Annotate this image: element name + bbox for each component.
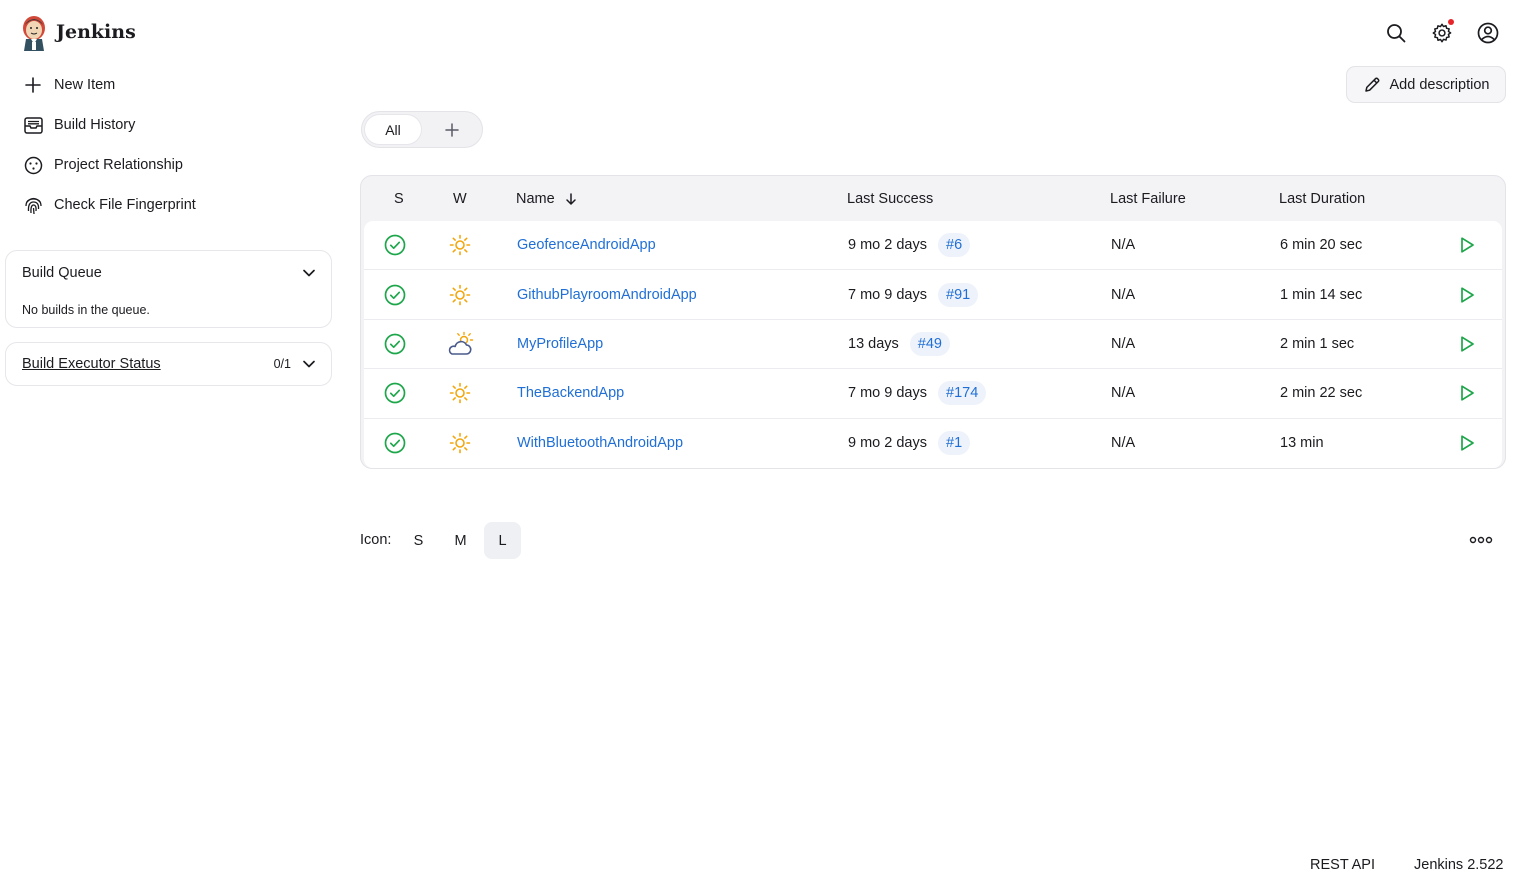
build-number-link[interactable]: #6	[938, 233, 971, 258]
last-success-time: 9 mo 2 days	[848, 237, 927, 254]
plus-icon	[23, 75, 43, 95]
last-success-time: 9 mo 2 days	[848, 435, 927, 452]
add-view-icon[interactable]	[442, 120, 462, 140]
rest-api-link[interactable]: REST API	[1310, 857, 1375, 873]
user-icon[interactable]	[1475, 20, 1501, 46]
build-executor-panel: Build Executor Status 0/1	[5, 342, 332, 386]
sidebar-item-build-history[interactable]: Build History	[23, 110, 135, 140]
build-executor-title[interactable]: Build Executor Status	[22, 356, 161, 372]
column-header-weather[interactable]: W	[453, 191, 467, 207]
inbox-icon	[23, 115, 43, 135]
column-header-name[interactable]: Name	[516, 191, 578, 207]
sunny-weather-icon	[448, 369, 472, 417]
pencil-icon	[1363, 76, 1381, 94]
play-build-icon[interactable]	[1457, 419, 1477, 468]
table-row: MyProfileApp 13 days #49 N/A 2 min 1 sec	[364, 320, 1502, 370]
build-queue-empty-text: No builds in the queue.	[22, 303, 150, 317]
chevron-down-icon[interactable]	[300, 264, 318, 282]
job-name-link[interactable]: GeofenceAndroidApp	[517, 237, 656, 253]
last-duration-value: 2 min 1 sec	[1280, 335, 1355, 352]
sunny-weather-icon	[448, 221, 472, 269]
jenkins-logo[interactable]: Jenkins	[19, 13, 136, 51]
success-status-icon	[384, 320, 406, 368]
last-failure-value: N/A	[1111, 286, 1136, 303]
last-duration-value: 6 min 20 sec	[1280, 237, 1363, 254]
success-status-icon	[384, 270, 406, 318]
build-number-link[interactable]: #1	[938, 431, 971, 456]
sort-arrow-down-icon	[565, 193, 576, 205]
last-failure-value: N/A	[1111, 385, 1136, 402]
job-name-link[interactable]: TheBackendApp	[517, 385, 624, 401]
icon-size-medium-button[interactable]: M	[442, 522, 479, 559]
view-tabs: All	[361, 111, 483, 148]
sidebar-item-new-item[interactable]: New Item	[23, 70, 115, 100]
build-queue-title[interactable]: Build Queue	[22, 265, 102, 281]
tab-all[interactable]: All	[365, 115, 421, 144]
last-success-time: 7 mo 9 days	[848, 286, 927, 303]
play-build-icon[interactable]	[1457, 221, 1477, 269]
brand-name: Jenkins	[56, 21, 136, 43]
build-queue-panel: Build Queue No builds in the queue.	[5, 250, 332, 328]
play-build-icon[interactable]	[1457, 320, 1477, 368]
gear-icon[interactable]	[1429, 19, 1455, 46]
last-duration-value: 2 min 22 sec	[1280, 385, 1363, 402]
success-status-icon	[384, 419, 406, 468]
table-row: TheBackendApp 7 mo 9 days #174 N/A 2 min …	[364, 369, 1502, 419]
column-header-status[interactable]: S	[394, 191, 404, 207]
last-success-time: 13 days	[848, 335, 899, 352]
success-status-icon	[384, 221, 406, 269]
icon-size-small-button[interactable]: S	[400, 522, 437, 559]
sidebar-item-label: Build History	[54, 117, 136, 133]
jenkins-version-link[interactable]: Jenkins 2.522	[1414, 857, 1503, 873]
last-failure-value: N/A	[1111, 335, 1136, 352]
last-success-time: 7 mo 9 days	[848, 385, 927, 402]
sidebar-item-label: New Item	[54, 77, 116, 93]
last-failure-value: N/A	[1111, 237, 1136, 254]
add-description-label: Add description	[1389, 76, 1490, 93]
icon-size-large-button[interactable]: L	[484, 522, 521, 559]
table-row: WithBluetoothAndroidApp 9 mo 2 days #1 N/…	[364, 419, 1502, 468]
column-header-last-failure[interactable]: Last Failure	[1110, 191, 1186, 207]
column-header-name-label: Name	[516, 191, 555, 207]
table-row: GeofenceAndroidApp 9 mo 2 days #6 N/A 6 m…	[364, 221, 1502, 271]
success-status-icon	[384, 369, 406, 417]
icon-size-label: Icon:	[360, 532, 392, 548]
more-options-icon[interactable]	[1468, 532, 1494, 548]
sidebar-item-project-relationship[interactable]: Project Relationship	[23, 150, 183, 180]
build-number-link[interactable]: #91	[938, 282, 979, 307]
last-duration-value: 1 min 14 sec	[1280, 286, 1363, 303]
job-name-link[interactable]: MyProfileApp	[517, 336, 603, 352]
sidebar-item-label: Project Relationship	[54, 157, 183, 173]
play-build-icon[interactable]	[1457, 270, 1477, 318]
notification-dot	[1448, 19, 1454, 25]
search-icon[interactable]	[1383, 20, 1409, 46]
add-description-button[interactable]: Add description	[1346, 66, 1506, 103]
executor-count: 0/1	[273, 357, 291, 371]
job-name-link[interactable]: WithBluetoothAndroidApp	[517, 435, 683, 451]
column-header-last-success[interactable]: Last Success	[847, 191, 933, 207]
partly-cloudy-weather-icon	[446, 320, 474, 368]
build-number-link[interactable]: #174	[938, 381, 987, 406]
table-row: GithubPlayroomAndroidApp 7 mo 9 days #91 …	[364, 270, 1502, 320]
sidebar-item-check-file-fingerprint[interactable]: Check File Fingerprint	[23, 190, 196, 220]
last-failure-value: N/A	[1111, 435, 1136, 452]
sunny-weather-icon	[448, 419, 472, 468]
chevron-down-icon[interactable]	[300, 355, 318, 373]
jobs-table-body: GeofenceAndroidApp 9 mo 2 days #6 N/A 6 m…	[364, 221, 1502, 468]
build-number-link[interactable]: #49	[909, 331, 950, 356]
jobs-table: S W Name Last Success Last Failure Last …	[360, 175, 1506, 469]
column-header-last-duration[interactable]: Last Duration	[1279, 191, 1365, 207]
relationship-icon	[23, 155, 43, 175]
sunny-weather-icon	[448, 270, 472, 318]
fingerprint-icon	[23, 195, 43, 215]
play-build-icon[interactable]	[1457, 369, 1477, 417]
sidebar-item-label: Check File Fingerprint	[54, 197, 196, 213]
job-name-link[interactable]: GithubPlayroomAndroidApp	[517, 287, 697, 303]
last-duration-value: 13 min	[1280, 435, 1324, 452]
jenkins-butler-icon	[23, 16, 45, 51]
